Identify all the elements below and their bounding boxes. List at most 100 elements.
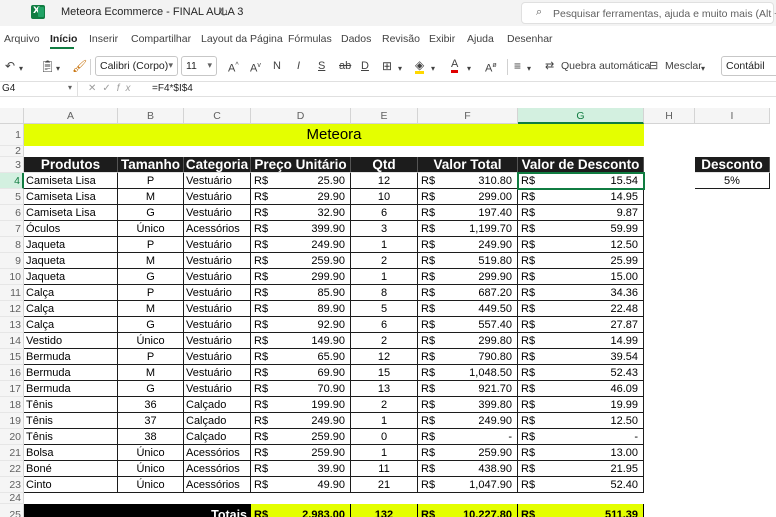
cell-money[interactable]: R$ 149.90	[251, 333, 351, 349]
cell-money[interactable]: R$ 39.90	[251, 461, 351, 477]
cell-money[interactable]: R$ 557.40	[418, 317, 518, 333]
cell-size[interactable]: P	[118, 349, 184, 365]
table-header-5[interactable]: Valor Total	[418, 157, 518, 173]
cell-category[interactable]: Acessórios	[184, 461, 251, 477]
sheet-title[interactable]: Meteora	[24, 124, 644, 146]
wrap-text-button[interactable]: Quebra automática	[561, 60, 650, 72]
cell-money[interactable]: R$ 19.99	[518, 397, 644, 413]
cell-category[interactable]: Acessórios	[184, 445, 251, 461]
cell-money[interactable]: R$ 249.90	[418, 413, 518, 429]
tab-desenhar[interactable]: Desenhar	[507, 33, 553, 45]
cell-money[interactable]: R$ 1,048.50	[418, 365, 518, 381]
table-header-2[interactable]: Categoria	[184, 157, 251, 173]
cell-money[interactable]: R$ 52.43	[518, 365, 644, 381]
cell-money[interactable]: R$ 299.00	[418, 189, 518, 205]
fill-color-dropdown-icon[interactable]: ▾	[431, 62, 435, 76]
cell-size[interactable]: P	[118, 173, 184, 189]
cell-size[interactable]: G	[118, 381, 184, 397]
cell-product[interactable]: Tênis	[24, 429, 118, 445]
cell-money[interactable]: R$ 249.90	[251, 413, 351, 429]
cell-money[interactable]: R$ 399.80	[418, 397, 518, 413]
align-dropdown-icon[interactable]: ▾	[527, 62, 531, 76]
cell-money[interactable]: R$ 22.48	[518, 301, 644, 317]
search-box[interactable]: ⌕ Pesquisar ferramentas, ajuda e muito m…	[521, 2, 776, 24]
cell-money[interactable]: R$ 790.80	[418, 349, 518, 365]
cell-qty[interactable]: 1	[351, 413, 418, 429]
cell-product[interactable]: Bermuda	[24, 349, 118, 365]
cell-product[interactable]: Calça	[24, 285, 118, 301]
cell-category[interactable]: Vestuário	[184, 237, 251, 253]
cell-product[interactable]: Calça	[24, 301, 118, 317]
cell-qty[interactable]: 2	[351, 253, 418, 269]
confirm-icon[interactable]: ✓	[102, 83, 116, 94]
formula-input[interactable]: =F4*$I$4	[152, 83, 193, 94]
row-header-4[interactable]: 4	[0, 173, 24, 189]
name-box[interactable]: G4 ▾	[0, 82, 78, 97]
cell-category[interactable]: Vestuário	[184, 317, 251, 333]
cell-category[interactable]: Calçado	[184, 413, 251, 429]
total-qty[interactable]: 132	[351, 504, 418, 517]
cell-money[interactable]: R$ 49.90	[251, 477, 351, 493]
excel-icon[interactable]: X	[31, 5, 45, 19]
cell-category[interactable]: Vestuário	[184, 173, 251, 189]
cell-money[interactable]: R$ 15.00	[518, 269, 644, 285]
cell-size[interactable]: P	[118, 285, 184, 301]
cell-qty[interactable]: 10	[351, 189, 418, 205]
cell-qty[interactable]: 6	[351, 205, 418, 221]
cell-category[interactable]: Vestuário	[184, 205, 251, 221]
cell-money[interactable]: R$ 70.90	[251, 381, 351, 397]
row-header-23[interactable]: 23	[0, 477, 24, 493]
cell-qty[interactable]: 1	[351, 445, 418, 461]
cell-product[interactable]: Calça	[24, 317, 118, 333]
font-name-select[interactable]: Calibri (Corpo) ▾	[95, 56, 178, 76]
cell-money[interactable]: R$ 249.90	[251, 237, 351, 253]
cell-money[interactable]: R$ 1,047.90	[418, 477, 518, 493]
cell-money[interactable]: R$ 259.90	[251, 429, 351, 445]
row-header-8[interactable]: 8	[0, 237, 24, 253]
cell-size[interactable]: G	[118, 317, 184, 333]
merge-button[interactable]: Mesclar	[665, 60, 702, 72]
cell-money[interactable]: R$ 12.50	[518, 237, 644, 253]
cell-size[interactable]: M	[118, 253, 184, 269]
tab-dados[interactable]: Dados	[341, 33, 371, 45]
row-header-24[interactable]: 24	[0, 493, 24, 504]
cell-money[interactable]: R$ 92.90	[251, 317, 351, 333]
cell-size[interactable]: 36	[118, 397, 184, 413]
paste-dropdown-icon[interactable]: ▾	[56, 62, 60, 76]
discount-header[interactable]: Desconto	[695, 157, 770, 173]
table-header-3[interactable]: Preço Unitário	[251, 157, 351, 173]
row-header-25[interactable]: 25	[0, 504, 24, 517]
tab-layout-da-p-gina[interactable]: Layout da Página	[201, 33, 283, 45]
column-header-d[interactable]: D	[251, 108, 351, 124]
cell-category[interactable]: Vestuário	[184, 285, 251, 301]
document-title[interactable]: Meteora Ecommerce - FINAL AULA 3	[61, 6, 243, 18]
cell-qty[interactable]: 13	[351, 381, 418, 397]
cell-product[interactable]: Camiseta Lisa	[24, 205, 118, 221]
cell-category[interactable]: Vestuário	[184, 333, 251, 349]
cell-money[interactable]: R$ 687.20	[418, 285, 518, 301]
column-header-h[interactable]: H	[644, 108, 695, 124]
column-header-c[interactable]: C	[184, 108, 251, 124]
double-underline-icon[interactable]: D	[361, 59, 369, 73]
fx-icon[interactable]: fx	[117, 83, 137, 94]
tab-f-rmulas[interactable]: Fórmulas	[288, 33, 332, 45]
cell-product[interactable]: Jaqueta	[24, 269, 118, 285]
cell-money[interactable]: R$ 310.80	[418, 173, 518, 189]
cell-money[interactable]: R$ 14.95	[518, 189, 644, 205]
cell-size[interactable]: Único	[118, 221, 184, 237]
cell-qty[interactable]: 6	[351, 317, 418, 333]
text-effects-icon[interactable]: Aø	[485, 59, 497, 76]
cell-money[interactable]: R$ -	[518, 429, 644, 445]
font-color-icon[interactable]: A	[451, 59, 459, 73]
cell-qty[interactable]: 2	[351, 333, 418, 349]
row-header-22[interactable]: 22	[0, 461, 24, 477]
cell-money[interactable]: R$ 65.90	[251, 349, 351, 365]
row-header-2[interactable]: 2	[0, 146, 24, 157]
fill-color-icon[interactable]: ◈	[415, 59, 425, 74]
column-header-e[interactable]: E	[351, 108, 418, 124]
row-header-10[interactable]: 10	[0, 269, 24, 285]
paste-icon[interactable]: 📋︎	[40, 59, 55, 73]
column-header-b[interactable]: B	[118, 108, 184, 124]
cell-money[interactable]: R$ 199.90	[251, 397, 351, 413]
tab-exibir[interactable]: Exibir	[429, 33, 455, 45]
